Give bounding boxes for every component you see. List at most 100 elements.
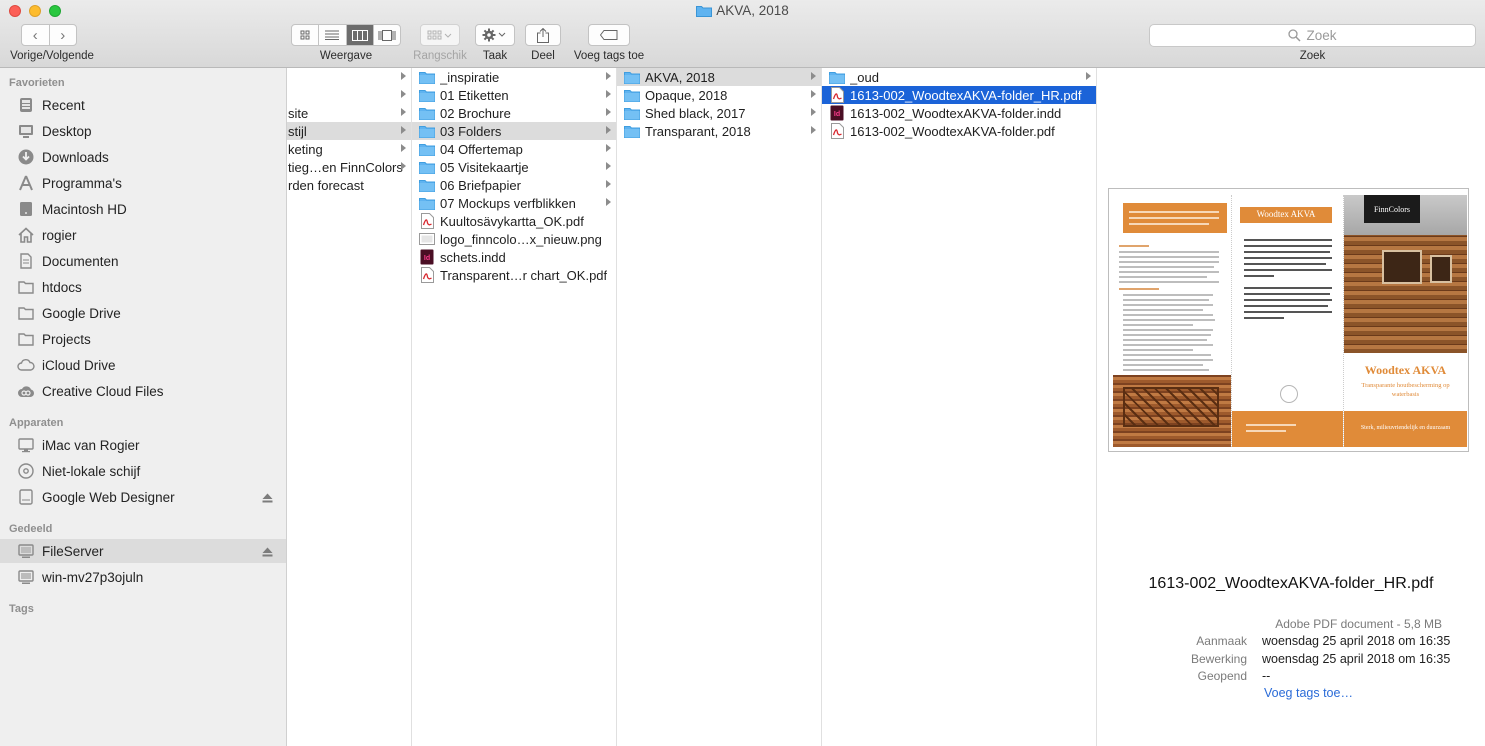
tags-button[interactable] [588, 24, 630, 46]
applications-icon [17, 174, 35, 192]
sidebar-item-htdocs[interactable]: htdocs [0, 275, 286, 299]
column-browser-4: _oud 1613-002_WoodtexAKVA-folder_HR.pdf Id… [822, 68, 1097, 746]
cover-subtitle: Transparante houtbescherming op waterbas… [1361, 382, 1450, 398]
sidebar-item-google-web-designer[interactable]: Google Web Designer [0, 485, 286, 509]
sidebar-item-imac[interactable]: iMac van Rogier [0, 433, 286, 457]
folder-row[interactable]: 05 Visitekaartje [412, 158, 616, 176]
brochure-panel-cover: FinnColors Woodtex AKVA Transparante hou… [1343, 195, 1467, 447]
sidebar-item-fileserver[interactable]: FileServer [0, 539, 286, 563]
action-label: Taak [482, 50, 508, 62]
sidebar-item-creative-cloud[interactable]: Creative Cloud Files [0, 379, 286, 403]
search-label: Zoek [1299, 50, 1326, 62]
action-button[interactable] [475, 24, 515, 46]
list-item[interactable] [287, 86, 411, 104]
cover-footer: Sterk, milieuvriendelijk en duurzaam [1360, 425, 1451, 431]
list-item[interactable]: keting [287, 140, 411, 158]
sidebar-item-google-drive[interactable]: Google Drive [0, 301, 286, 325]
forward-button[interactable]: › [48, 25, 77, 45]
arrange-button[interactable] [420, 24, 460, 46]
brochure-panel-left [1113, 195, 1231, 447]
sidebar-item-projects[interactable]: Projects [0, 327, 286, 351]
share-button[interactable] [525, 24, 561, 46]
sidebar-item-rogier[interactable]: rogier [0, 223, 286, 247]
row-label: 06 Briefpapier [440, 177, 521, 193]
cloud-icon [17, 356, 35, 374]
folder-row[interactable]: 02 Brochure [412, 104, 616, 122]
folder-row[interactable]: 03 Folders [412, 122, 616, 140]
devices-heading: Apparaten [9, 417, 64, 429]
file-row[interactable]: Id 1613-002_WoodtexAKVA-folder.indd [822, 104, 1096, 122]
document-thumbnail[interactable]: Woodtex AKVA FinnColors Woodtex AKVA Tra… [1108, 188, 1469, 452]
file-row[interactable]: Kuultosävykartta_OK.pdf [412, 212, 616, 230]
list-item[interactable]: rden forecast [287, 176, 411, 194]
disclosure-arrow-icon [606, 72, 611, 80]
file-row[interactable]: 1613-002_WoodtexAKVA-folder.pdf [822, 122, 1096, 140]
folder-icon [624, 87, 640, 103]
column-browser-1: site stijl keting tieg…en FinnColors rde… [287, 68, 412, 746]
image-file-icon [419, 231, 435, 247]
list-view-button[interactable] [318, 25, 345, 45]
folder-row[interactable]: AKVA, 2018 [617, 68, 821, 86]
eject-icon[interactable] [262, 491, 273, 506]
column-view-button[interactable] [345, 25, 373, 45]
sidebar-item-win-server[interactable]: win-mv27p3ojuln [0, 565, 286, 589]
chevron-left-icon: ‹ [32, 26, 38, 44]
row-label: Transparant, 2018 [645, 123, 751, 139]
back-forward-control: ‹ › [21, 24, 77, 46]
arrange-icon [427, 30, 452, 40]
folder-icon [419, 87, 435, 103]
sidebar-item-documents[interactable]: Documenten [0, 249, 286, 273]
disclosure-arrow-icon [606, 198, 611, 206]
sidebar-item-applications[interactable]: Programma's [0, 171, 286, 195]
row-label: Shed black, 2017 [645, 105, 746, 121]
folder-row[interactable]: Transparant, 2018 [617, 122, 821, 140]
disclosure-arrow-icon [401, 144, 406, 152]
tag-icon [600, 30, 618, 40]
folder-row[interactable]: 04 Offertemap [412, 140, 616, 158]
search-input[interactable]: Zoek [1149, 24, 1476, 47]
folder-icon [624, 123, 640, 139]
folder-row[interactable]: _inspiratie [412, 68, 616, 86]
file-row[interactable]: Transparent…r chart_OK.pdf [412, 266, 616, 284]
add-tags-link[interactable]: Voeg tags toe… [1264, 686, 1353, 700]
icon-view-button[interactable] [292, 25, 318, 45]
list-item[interactable] [287, 68, 411, 86]
creative-cloud-icon [17, 382, 35, 400]
gallery-view-button[interactable] [372, 25, 400, 45]
share-label: Deel [531, 50, 555, 62]
folder-icon [419, 105, 435, 121]
pdf-file-icon [829, 123, 845, 139]
list-item[interactable]: tieg…en FinnColors [287, 158, 411, 176]
folder-row[interactable]: 07 Mockups verfblikken [412, 194, 616, 212]
folder-row[interactable]: 01 Etiketten [412, 86, 616, 104]
documents-icon [17, 252, 35, 270]
chevron-right-icon: › [60, 26, 66, 44]
sidebar-item-downloads[interactable]: Downloads [0, 145, 286, 169]
folder-row[interactable]: Shed black, 2017 [617, 104, 821, 122]
sidebar-item-macintosh-hd[interactable]: Macintosh HD [0, 197, 286, 221]
tags-heading: Tags [9, 603, 34, 615]
sidebar-item-icloud-drive[interactable]: iCloud Drive [0, 353, 286, 377]
preview-pane: Woodtex AKVA FinnColors Woodtex AKVA Tra… [1097, 68, 1485, 746]
file-row[interactable]: Id schets.indd [412, 248, 616, 266]
folder-row[interactable]: 06 Briefpapier [412, 176, 616, 194]
folder-row[interactable]: Opaque, 2018 [617, 86, 821, 104]
opened-value: -- [1262, 669, 1271, 683]
sidebar-item-recent[interactable]: Recent [0, 93, 286, 117]
brochure-heading: Woodtex AKVA [1256, 209, 1316, 219]
back-button[interactable]: ‹ [22, 25, 49, 45]
svg-text:Id: Id [834, 111, 840, 118]
folder-row[interactable]: _oud [822, 68, 1096, 86]
row-label: 03 Folders [440, 123, 502, 139]
eject-icon[interactable] [262, 545, 273, 560]
row-label: 1613-002_WoodtexAKVA-folder.pdf [850, 123, 1055, 139]
disclosure-arrow-icon [401, 72, 406, 80]
sidebar-item-remote-disc[interactable]: Niet-lokale schijf [0, 459, 286, 483]
row-label: 1613-002_WoodtexAKVA-folder_HR.pdf [850, 87, 1082, 103]
modified-value: woensdag 25 april 2018 om 16:35 [1262, 652, 1451, 666]
list-item[interactable]: site [287, 104, 411, 122]
sidebar-item-desktop[interactable]: Desktop [0, 119, 286, 143]
list-item[interactable]: stijl [287, 122, 411, 140]
file-row[interactable]: logo_finncolo…x_nieuw.png [412, 230, 616, 248]
file-row[interactable]: 1613-002_WoodtexAKVA-folder_HR.pdf [822, 86, 1096, 104]
